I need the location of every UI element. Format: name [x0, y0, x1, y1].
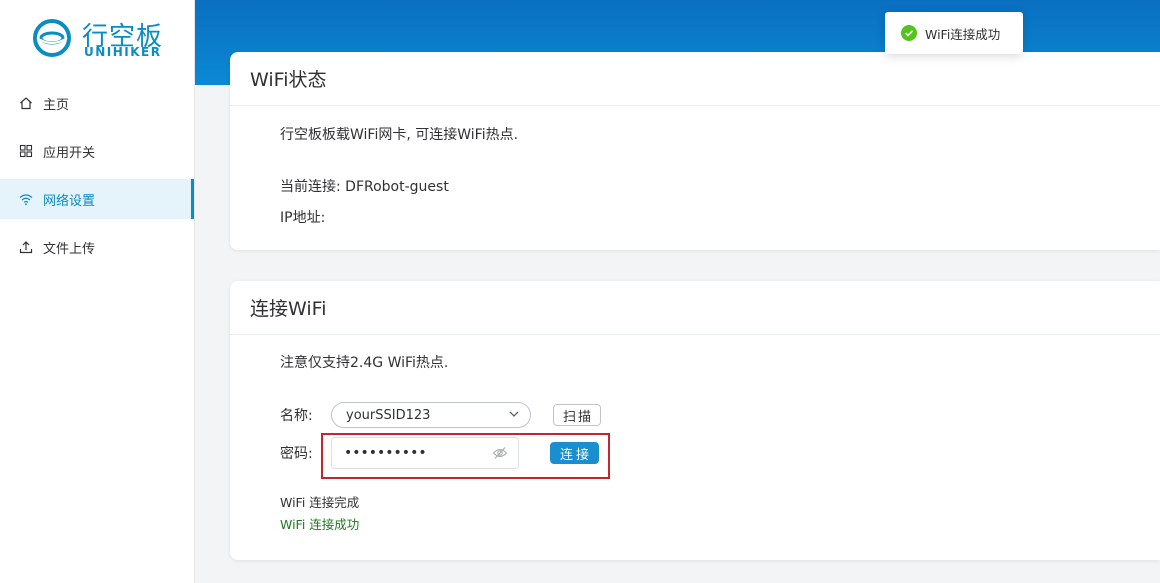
sidebar-item-network[interactable]: 网络设置	[0, 179, 194, 219]
connect-wifi-card: 连接WiFi 注意仅支持2.4G WiFi热点. 名称: yourSSID123…	[230, 281, 1160, 560]
log-connect-success: WiFi 连接成功	[280, 517, 360, 532]
log-connect-complete: WiFi 连接完成	[280, 495, 360, 510]
home-icon	[18, 95, 34, 111]
upload-icon	[18, 239, 34, 255]
logo: 行空板 UNIHIKER	[32, 14, 172, 64]
password-label: 密码:	[280, 446, 313, 462]
sidebar-nav: 主页 应用开关 网络设置 文件上传	[0, 83, 194, 275]
wifi-status-title: WiFi状态	[230, 52, 1160, 106]
ssid-value: yourSSID123	[346, 407, 431, 423]
wifi-description: 行空板板载WiFi网卡, 可连接WiFi热点.	[280, 127, 519, 143]
connect-wifi-title: 连接WiFi	[230, 281, 1160, 335]
chevron-down-icon	[508, 408, 520, 424]
scan-button[interactable]: 扫描	[553, 404, 601, 426]
password-value: ••••••••••	[344, 445, 427, 461]
wifi-icon	[18, 191, 34, 207]
check-circle-icon	[901, 25, 917, 41]
sidebar-item-apps[interactable]: 应用开关	[0, 131, 194, 171]
current-connection: 当前连接: DFRobot-guest	[280, 179, 449, 195]
sidebar-item-label: 主页	[43, 97, 70, 113]
password-input[interactable]: ••••••••••	[331, 437, 519, 469]
eye-hidden-icon[interactable]	[492, 446, 508, 464]
sidebar-item-label: 应用开关	[43, 145, 96, 161]
grid-icon	[18, 143, 34, 159]
connect-button[interactable]: 连接	[550, 442, 599, 464]
sidebar-item-label: 网络设置	[43, 193, 96, 209]
success-toast: WiFi连接成功	[885, 12, 1023, 54]
sidebar: 行空板 UNIHIKER 主页 应用开关 网络设置 文件上传	[0, 0, 195, 583]
ip-address: IP地址:	[280, 210, 326, 226]
toast-message: WiFi连接成功	[925, 26, 1001, 42]
ssid-select[interactable]: yourSSID123	[331, 402, 531, 428]
ssid-label: 名称:	[280, 408, 313, 424]
logo-text-en: UNIHIKER	[84, 45, 162, 59]
sidebar-item-home[interactable]: 主页	[0, 83, 194, 123]
wifi-status-card: WiFi状态 行空板板载WiFi网卡, 可连接WiFi热点. 当前连接: DFR…	[230, 52, 1160, 250]
logo-icon	[33, 19, 71, 57]
frequency-note: 注意仅支持2.4G WiFi热点.	[280, 355, 449, 371]
sidebar-item-upload[interactable]: 文件上传	[0, 227, 194, 267]
sidebar-item-label: 文件上传	[43, 241, 96, 257]
